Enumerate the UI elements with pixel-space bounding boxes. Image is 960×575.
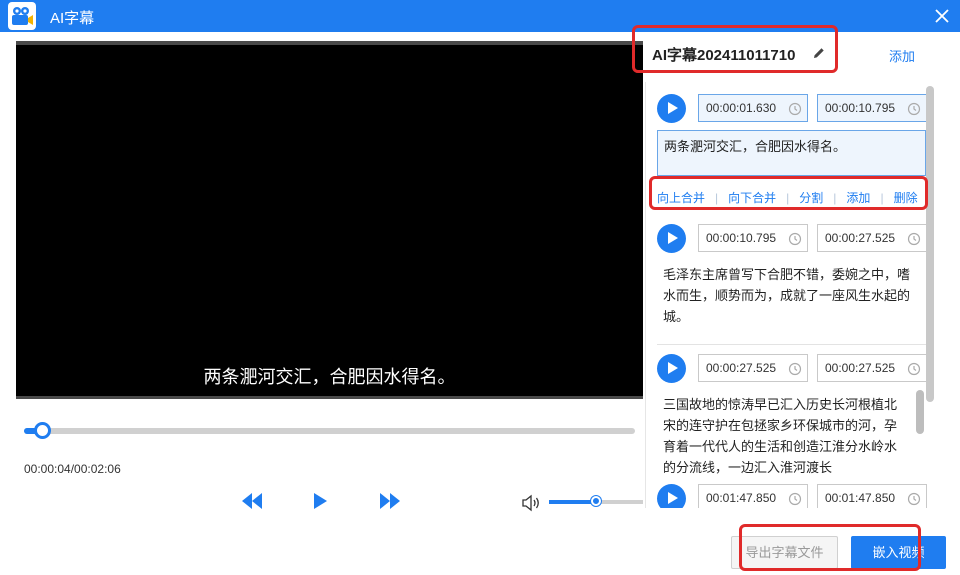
entry-play-icon[interactable] <box>657 354 686 383</box>
title-bar: AI字幕 <box>0 0 960 32</box>
split-button[interactable]: 分割 <box>799 191 823 205</box>
fast-forward-icon[interactable] <box>378 491 402 516</box>
video-preview[interactable]: 两条淝河交汇，合肥因水得名。 <box>16 45 643 396</box>
end-time-value: 00:00:27.525 <box>825 361 896 375</box>
add-button[interactable]: 添加 <box>846 191 870 205</box>
entry-play-icon[interactable] <box>657 224 686 253</box>
merge-up-button[interactable]: 向上合并 <box>657 191 705 205</box>
end-time-input[interactable]: 00:00:10.795 <box>817 94 927 122</box>
history-icon[interactable] <box>788 232 802 249</box>
close-icon[interactable] <box>930 4 954 28</box>
end-time-value: 00:01:47.850 <box>825 491 896 505</box>
subtitle-text-input[interactable]: 三国故地的惊涛早已汇入历史长河根植北宋的连守护在包拯家乡环保城市的河，孕育着一代… <box>657 394 907 478</box>
rewind-icon[interactable] <box>240 491 264 516</box>
start-time-value: 00:00:27.525 <box>706 361 777 375</box>
window-title: AI字幕 <box>50 10 95 27</box>
volume-slider[interactable] <box>549 496 643 506</box>
start-time-value: 00:00:10.795 <box>706 231 777 245</box>
play-icon[interactable] <box>312 491 328 516</box>
volume-icon[interactable] <box>521 494 541 517</box>
end-time-value: 00:00:10.795 <box>825 101 896 115</box>
subtitle-text-input[interactable]: 毛泽东主席曾写下合肥不错，委婉之中，嗜水而生，顺势而为，成就了一座风生水起的城。 <box>657 264 919 327</box>
delete-button[interactable]: 删除 <box>894 191 918 205</box>
history-icon[interactable] <box>907 102 921 119</box>
history-icon[interactable] <box>907 492 921 508</box>
start-time-input[interactable]: 00:00:01.630 <box>698 94 808 122</box>
text-scrollbar[interactable] <box>916 390 924 434</box>
progress-slider[interactable] <box>24 422 635 439</box>
add-subtitle-button[interactable]: 添加 <box>889 46 915 65</box>
subtitle-text-input[interactable]: 两条淝河交汇，合肥因水得名。 <box>657 130 926 176</box>
end-time-value: 00:00:27.525 <box>825 231 896 245</box>
export-subtitle-button[interactable]: 导出字幕文件 <box>731 536 838 569</box>
end-time-input[interactable]: 00:00:27.525 <box>817 224 927 252</box>
history-icon[interactable] <box>907 232 921 249</box>
pencil-icon[interactable] <box>812 46 826 65</box>
entry-play-icon[interactable] <box>657 484 686 508</box>
start-time-value: 00:01:47.850 <box>706 491 777 505</box>
panel-scrollbar[interactable] <box>926 86 934 402</box>
start-time-input[interactable]: 00:00:27.525 <box>698 354 808 382</box>
volume-thumb[interactable] <box>591 496 601 506</box>
merge-down-button[interactable]: 向下合并 <box>728 191 776 205</box>
start-time-input[interactable]: 00:00:10.795 <box>698 224 808 252</box>
end-time-input[interactable]: 00:00:27.525 <box>817 354 927 382</box>
history-icon[interactable] <box>788 362 802 379</box>
entry-actions: 向上合并 | 向下合并 | 分割 | 添加 | 删除 <box>657 191 918 205</box>
start-time-value: 00:00:01.630 <box>706 101 777 115</box>
subtitle-file-name: AI字幕202411011710 <box>652 47 796 64</box>
video-bottom-border <box>16 396 643 399</box>
start-time-input[interactable]: 00:01:47.850 <box>698 484 808 508</box>
history-icon[interactable] <box>788 492 802 508</box>
camera-logo-icon <box>8 2 36 30</box>
volume-fill <box>549 500 596 504</box>
entry-divider <box>657 344 928 345</box>
end-time-input[interactable]: 00:01:47.850 <box>817 484 927 508</box>
entry-play-icon[interactable] <box>657 94 686 123</box>
time-display: 00:00:04/00:02:06 <box>24 462 121 476</box>
embed-video-button[interactable]: 嵌入视频 <box>851 536 946 569</box>
progress-thumb[interactable] <box>34 422 52 439</box>
video-subtitle-overlay: 两条淝河交汇，合肥因水得名。 <box>203 367 456 387</box>
history-icon[interactable] <box>788 102 802 119</box>
history-icon[interactable] <box>907 362 921 379</box>
subtitle-list[interactable]: 00:00:01.630 00:00:10.795 两条淝河交汇，合肥因水得名。… <box>645 82 938 508</box>
